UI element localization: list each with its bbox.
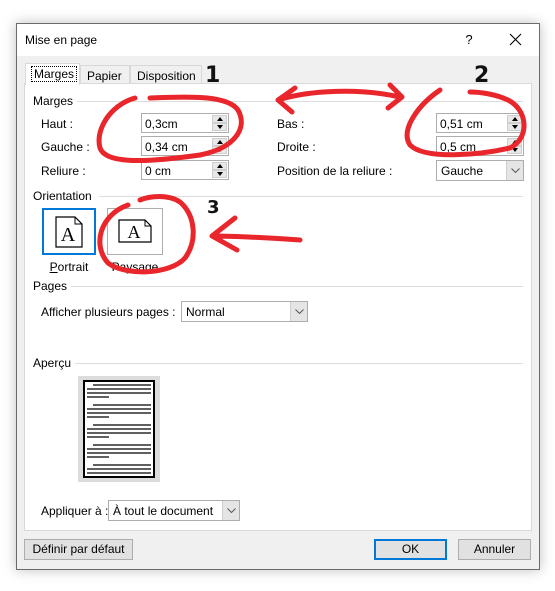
chevron-down-icon [295,309,304,314]
multiple-pages-label: Afficher plusieurs pages : [41,305,176,319]
divider [73,101,523,102]
tab-papier-label: Papier [87,69,122,83]
multiple-pages-value: Normal [186,305,225,319]
bottom-margin-input[interactable]: 0,51 cm [436,113,524,133]
help-button[interactable]: ? [459,30,479,50]
preview-area [78,376,160,482]
left-margin-label: Gauche : [41,140,90,154]
arrow-up-icon [512,140,518,144]
bottom-margin-value: 0,51 cm [440,117,483,131]
spin-down-button[interactable] [507,123,522,131]
chevron-down-icon [511,168,520,173]
spin-up-button[interactable] [507,138,522,146]
arrow-up-icon [217,140,223,144]
spin-up-button[interactable] [212,138,227,146]
landscape-button[interactable]: A [107,208,163,255]
right-margin-value: 0,5 cm [440,140,477,154]
gutter-position-value: Gauche [441,164,484,178]
spin-up-button[interactable] [212,162,227,170]
apply-to-label: Appliquer à : [41,504,109,518]
spin-down-button[interactable] [212,146,227,154]
tab-pane-marges: Marges Haut : 0,3cm Gauche : 0,34 cm Rel… [24,83,532,531]
top-margin-label: Haut : [41,117,74,131]
gutter-label: Reliure : [41,164,86,178]
multiple-pages-select[interactable]: Normal [181,301,308,322]
spin-up-button[interactable] [507,115,522,123]
preview-page [83,380,155,478]
tab-marges-label: Marges [30,66,78,82]
arrow-down-icon [512,148,518,152]
left-margin-value: 0,34 cm [145,140,188,154]
gutter-position-label: Position de la reliure : [277,164,393,178]
spin-down-button[interactable] [212,170,227,178]
arrow-up-icon [512,117,518,121]
page-setup-dialog: Mise en page ? Marges Papier Disposition… [16,23,540,570]
arrow-up-icon [217,117,223,121]
top-margin-value: 0,3cm [145,117,178,131]
margins-group-label: Marges [33,94,78,108]
preview-text-lines [87,384,151,478]
dropdown-button[interactable] [506,161,523,180]
spin-down-button[interactable] [507,146,522,154]
title-bar: Mise en page ? [17,24,539,56]
close-icon [509,33,521,46]
dropdown-button[interactable] [290,302,307,321]
spin-up-button[interactable] [212,115,227,123]
arrow-down-icon [217,125,223,129]
landscape-label: Paysage [111,260,159,274]
bottom-margin-label: Bas : [277,117,305,131]
dialog-title: Mise en page [25,33,98,47]
tab-papier[interactable]: Papier [80,65,130,84]
chevron-down-icon [227,508,236,513]
tab-disposition[interactable]: Disposition [130,65,202,84]
gutter-input[interactable]: 0 cm [141,160,229,180]
set-default-button[interactable]: Définir par défaut [24,539,133,560]
close-button[interactable] [501,28,529,52]
arrow-down-icon [217,148,223,152]
top-margin-input[interactable]: 0,3cm [141,113,229,133]
portrait-page-icon: A [55,216,83,248]
gutter-value: 0 cm [145,164,172,178]
portrait-label: Portrait [49,260,89,274]
preview-group-label: Aperçu [33,356,76,370]
portrait-button[interactable]: A [42,208,96,255]
ok-button[interactable]: OK [374,539,447,560]
tab-disposition-label: Disposition [137,69,196,83]
orientation-group-label: Orientation [33,189,96,203]
cancel-button[interactable]: Annuler [458,539,531,560]
right-margin-input[interactable]: 0,5 cm [436,136,524,156]
arrow-up-icon [217,164,223,168]
tab-marges[interactable]: Marges [25,63,80,85]
pages-group-label: Pages [33,279,72,293]
dropdown-button[interactable] [222,501,239,520]
landscape-glyph: A [128,222,141,242]
portrait-label-text: ortrait [57,260,89,274]
portrait-glyph: A [61,224,76,246]
arrow-down-icon [512,125,518,129]
landscape-page-icon: A [118,219,152,243]
apply-to-value: À tout le document [113,504,214,518]
arrow-down-icon [217,172,223,176]
divider [69,286,523,287]
left-margin-input[interactable]: 0,34 cm [141,136,229,156]
spin-down-button[interactable] [212,123,227,131]
divider [71,363,523,364]
divider [99,196,523,197]
gutter-position-select[interactable]: Gauche [436,160,524,181]
right-margin-label: Droite : [277,140,316,154]
apply-to-select[interactable]: À tout le document [108,500,240,521]
